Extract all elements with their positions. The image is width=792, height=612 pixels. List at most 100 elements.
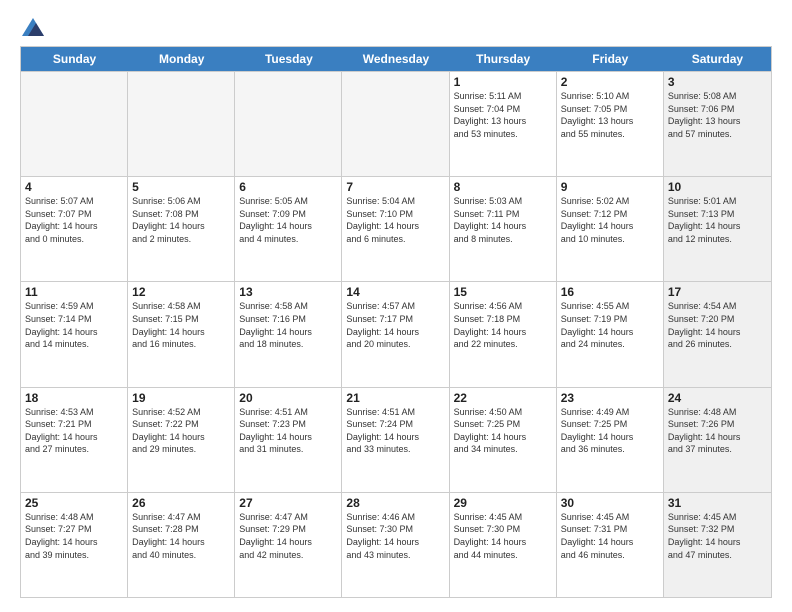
day-number: 25 xyxy=(25,496,123,510)
day-number: 18 xyxy=(25,391,123,405)
calendar-cell: 18Sunrise: 4:53 AMSunset: 7:21 PMDayligh… xyxy=(21,388,128,492)
calendar-cell: 28Sunrise: 4:46 AMSunset: 7:30 PMDayligh… xyxy=(342,493,449,597)
cell-info: Sunrise: 4:55 AMSunset: 7:19 PMDaylight:… xyxy=(561,300,659,350)
day-number: 22 xyxy=(454,391,552,405)
day-number: 29 xyxy=(454,496,552,510)
calendar-week-2: 11Sunrise: 4:59 AMSunset: 7:14 PMDayligh… xyxy=(21,281,771,386)
cell-info: Sunrise: 4:50 AMSunset: 7:25 PMDaylight:… xyxy=(454,406,552,456)
calendar-cell: 2Sunrise: 5:10 AMSunset: 7:05 PMDaylight… xyxy=(557,72,664,176)
page: SundayMondayTuesdayWednesdayThursdayFrid… xyxy=(0,0,792,612)
calendar-cell xyxy=(128,72,235,176)
calendar-cell: 9Sunrise: 5:02 AMSunset: 7:12 PMDaylight… xyxy=(557,177,664,281)
day-number: 4 xyxy=(25,180,123,194)
calendar-cell: 22Sunrise: 4:50 AMSunset: 7:25 PMDayligh… xyxy=(450,388,557,492)
header-day-monday: Monday xyxy=(128,47,235,71)
day-number: 14 xyxy=(346,285,444,299)
calendar-week-1: 4Sunrise: 5:07 AMSunset: 7:07 PMDaylight… xyxy=(21,176,771,281)
calendar-cell: 7Sunrise: 5:04 AMSunset: 7:10 PMDaylight… xyxy=(342,177,449,281)
day-number: 11 xyxy=(25,285,123,299)
cell-info: Sunrise: 4:45 AMSunset: 7:32 PMDaylight:… xyxy=(668,511,767,561)
cell-info: Sunrise: 4:49 AMSunset: 7:25 PMDaylight:… xyxy=(561,406,659,456)
cell-info: Sunrise: 4:57 AMSunset: 7:17 PMDaylight:… xyxy=(346,300,444,350)
logo xyxy=(20,18,44,36)
calendar-cell: 5Sunrise: 5:06 AMSunset: 7:08 PMDaylight… xyxy=(128,177,235,281)
calendar-cell: 6Sunrise: 5:05 AMSunset: 7:09 PMDaylight… xyxy=(235,177,342,281)
day-number: 5 xyxy=(132,180,230,194)
calendar-cell: 13Sunrise: 4:58 AMSunset: 7:16 PMDayligh… xyxy=(235,282,342,386)
header xyxy=(20,18,772,36)
cell-info: Sunrise: 5:04 AMSunset: 7:10 PMDaylight:… xyxy=(346,195,444,245)
calendar-cell: 12Sunrise: 4:58 AMSunset: 7:15 PMDayligh… xyxy=(128,282,235,386)
cell-info: Sunrise: 4:58 AMSunset: 7:16 PMDaylight:… xyxy=(239,300,337,350)
calendar-cell: 21Sunrise: 4:51 AMSunset: 7:24 PMDayligh… xyxy=(342,388,449,492)
day-number: 20 xyxy=(239,391,337,405)
calendar-week-3: 18Sunrise: 4:53 AMSunset: 7:21 PMDayligh… xyxy=(21,387,771,492)
cell-info: Sunrise: 5:10 AMSunset: 7:05 PMDaylight:… xyxy=(561,90,659,140)
cell-info: Sunrise: 5:02 AMSunset: 7:12 PMDaylight:… xyxy=(561,195,659,245)
cell-info: Sunrise: 5:11 AMSunset: 7:04 PMDaylight:… xyxy=(454,90,552,140)
cell-info: Sunrise: 4:59 AMSunset: 7:14 PMDaylight:… xyxy=(25,300,123,350)
day-number: 17 xyxy=(668,285,767,299)
day-number: 10 xyxy=(668,180,767,194)
calendar-cell xyxy=(21,72,128,176)
calendar-cell: 14Sunrise: 4:57 AMSunset: 7:17 PMDayligh… xyxy=(342,282,449,386)
calendar-cell: 26Sunrise: 4:47 AMSunset: 7:28 PMDayligh… xyxy=(128,493,235,597)
header-day-tuesday: Tuesday xyxy=(235,47,342,71)
calendar-cell xyxy=(235,72,342,176)
cell-info: Sunrise: 5:03 AMSunset: 7:11 PMDaylight:… xyxy=(454,195,552,245)
calendar-cell: 3Sunrise: 5:08 AMSunset: 7:06 PMDaylight… xyxy=(664,72,771,176)
day-number: 13 xyxy=(239,285,337,299)
day-number: 27 xyxy=(239,496,337,510)
day-number: 24 xyxy=(668,391,767,405)
calendar-cell: 31Sunrise: 4:45 AMSunset: 7:32 PMDayligh… xyxy=(664,493,771,597)
calendar-cell: 27Sunrise: 4:47 AMSunset: 7:29 PMDayligh… xyxy=(235,493,342,597)
cell-info: Sunrise: 4:45 AMSunset: 7:31 PMDaylight:… xyxy=(561,511,659,561)
day-number: 16 xyxy=(561,285,659,299)
calendar-cell: 10Sunrise: 5:01 AMSunset: 7:13 PMDayligh… xyxy=(664,177,771,281)
cell-info: Sunrise: 5:05 AMSunset: 7:09 PMDaylight:… xyxy=(239,195,337,245)
calendar-cell: 29Sunrise: 4:45 AMSunset: 7:30 PMDayligh… xyxy=(450,493,557,597)
day-number: 12 xyxy=(132,285,230,299)
calendar-cell: 16Sunrise: 4:55 AMSunset: 7:19 PMDayligh… xyxy=(557,282,664,386)
calendar-cell: 1Sunrise: 5:11 AMSunset: 7:04 PMDaylight… xyxy=(450,72,557,176)
cell-info: Sunrise: 4:58 AMSunset: 7:15 PMDaylight:… xyxy=(132,300,230,350)
calendar-week-0: 1Sunrise: 5:11 AMSunset: 7:04 PMDaylight… xyxy=(21,71,771,176)
day-number: 3 xyxy=(668,75,767,89)
cell-info: Sunrise: 4:48 AMSunset: 7:27 PMDaylight:… xyxy=(25,511,123,561)
day-number: 2 xyxy=(561,75,659,89)
calendar-cell: 19Sunrise: 4:52 AMSunset: 7:22 PMDayligh… xyxy=(128,388,235,492)
header-day-saturday: Saturday xyxy=(664,47,771,71)
day-number: 31 xyxy=(668,496,767,510)
calendar-cell: 30Sunrise: 4:45 AMSunset: 7:31 PMDayligh… xyxy=(557,493,664,597)
cell-info: Sunrise: 5:08 AMSunset: 7:06 PMDaylight:… xyxy=(668,90,767,140)
day-number: 21 xyxy=(346,391,444,405)
cell-info: Sunrise: 4:48 AMSunset: 7:26 PMDaylight:… xyxy=(668,406,767,456)
cell-info: Sunrise: 5:06 AMSunset: 7:08 PMDaylight:… xyxy=(132,195,230,245)
header-day-thursday: Thursday xyxy=(450,47,557,71)
calendar-header: SundayMondayTuesdayWednesdayThursdayFrid… xyxy=(21,47,771,71)
calendar-cell: 24Sunrise: 4:48 AMSunset: 7:26 PMDayligh… xyxy=(664,388,771,492)
day-number: 1 xyxy=(454,75,552,89)
cell-info: Sunrise: 4:51 AMSunset: 7:24 PMDaylight:… xyxy=(346,406,444,456)
calendar-cell: 4Sunrise: 5:07 AMSunset: 7:07 PMDaylight… xyxy=(21,177,128,281)
cell-info: Sunrise: 4:47 AMSunset: 7:28 PMDaylight:… xyxy=(132,511,230,561)
calendar-cell: 17Sunrise: 4:54 AMSunset: 7:20 PMDayligh… xyxy=(664,282,771,386)
header-day-wednesday: Wednesday xyxy=(342,47,449,71)
header-day-friday: Friday xyxy=(557,47,664,71)
day-number: 6 xyxy=(239,180,337,194)
day-number: 30 xyxy=(561,496,659,510)
calendar: SundayMondayTuesdayWednesdayThursdayFrid… xyxy=(20,46,772,598)
cell-info: Sunrise: 4:54 AMSunset: 7:20 PMDaylight:… xyxy=(668,300,767,350)
calendar-cell xyxy=(342,72,449,176)
calendar-body: 1Sunrise: 5:11 AMSunset: 7:04 PMDaylight… xyxy=(21,71,771,597)
calendar-week-4: 25Sunrise: 4:48 AMSunset: 7:27 PMDayligh… xyxy=(21,492,771,597)
calendar-cell: 23Sunrise: 4:49 AMSunset: 7:25 PMDayligh… xyxy=(557,388,664,492)
day-number: 15 xyxy=(454,285,552,299)
day-number: 26 xyxy=(132,496,230,510)
calendar-cell: 11Sunrise: 4:59 AMSunset: 7:14 PMDayligh… xyxy=(21,282,128,386)
day-number: 19 xyxy=(132,391,230,405)
day-number: 8 xyxy=(454,180,552,194)
day-number: 23 xyxy=(561,391,659,405)
cell-info: Sunrise: 5:07 AMSunset: 7:07 PMDaylight:… xyxy=(25,195,123,245)
calendar-cell: 8Sunrise: 5:03 AMSunset: 7:11 PMDaylight… xyxy=(450,177,557,281)
